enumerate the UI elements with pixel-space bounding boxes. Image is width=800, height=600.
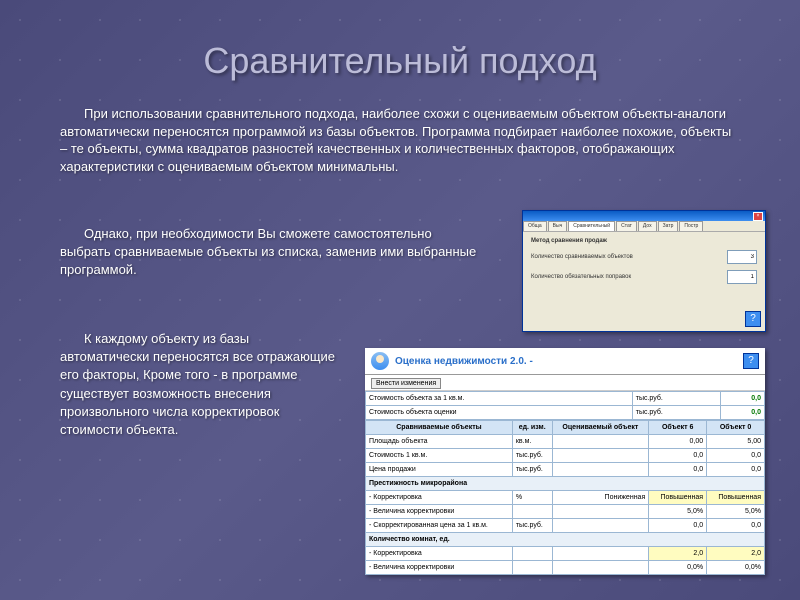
comparison-table: Сравниваемые объекты ед. изм. Оцениваемы… xyxy=(365,420,765,575)
table-row: - Величина корректировки5,0%5,0% xyxy=(366,505,765,519)
table-row: - Величина корректировки0,0%0,0% xyxy=(366,561,765,575)
apply-changes-button[interactable]: Внести изменения xyxy=(371,378,441,389)
table-row: - Корректировка2,02,0 xyxy=(366,547,765,561)
table-row: Цена продажитыс.руб.0,00,0 xyxy=(366,463,765,477)
app-title: Оценка недвижимости 2.0. - xyxy=(395,356,533,367)
tab: Дох xyxy=(638,221,657,231)
slide-title: Сравнительный подход xyxy=(0,40,800,82)
app-header: Оценка недвижимости 2.0. - ? xyxy=(365,348,765,375)
tab-active: Сравнительный xyxy=(568,221,615,231)
tab: Постр xyxy=(679,221,703,231)
screenshot-settings-window: × Обща Выч Сравнительный Стат Дох Затр П… xyxy=(522,210,766,332)
avatar-icon xyxy=(371,352,389,370)
compare-count-input[interactable] xyxy=(727,250,757,264)
table-header-row: Сравниваемые объекты ед. изм. Оцениваемы… xyxy=(366,421,765,435)
table-row: - Скорректированная цена за 1 кв.м.тыс.р… xyxy=(366,519,765,533)
field-label: Количество сравниваемых объектов xyxy=(531,254,633,260)
close-icon: × xyxy=(753,212,763,221)
toolbar: Внести изменения xyxy=(365,375,765,391)
tab: Обща xyxy=(523,221,547,231)
help-icon: ? xyxy=(745,311,761,327)
table-row: Стоимость объекта за 1 кв.м.тыс.руб.0,0 xyxy=(366,392,765,406)
corrections-count-input[interactable] xyxy=(727,270,757,284)
table-row: Стоимость 1 кв.м.тыс.руб.0,00,0 xyxy=(366,449,765,463)
summary-table: Стоимость объекта за 1 кв.м.тыс.руб.0,0 … xyxy=(365,391,765,420)
field-label: Количество обязательных поправок xyxy=(531,274,631,280)
table-row: Количество комнат, ед. xyxy=(366,533,765,547)
tab: Стат xyxy=(616,221,637,231)
tab: Выч xyxy=(548,221,568,231)
table-row: Престижность микрорайона xyxy=(366,477,765,491)
help-icon: ? xyxy=(743,353,759,369)
table-row: Стоимость объекта оценкитыс.руб.0,0 xyxy=(366,406,765,420)
paragraph-3: К каждому объекту из базы автоматически … xyxy=(60,330,340,439)
screenshot-valuation-table: Оценка недвижимости 2.0. - ? Внести изме… xyxy=(365,348,765,575)
tab-strip: Обща Выч Сравнительный Стат Дох Затр Пос… xyxy=(523,221,765,232)
paragraph-2: Однако, при необходимости Вы сможете сам… xyxy=(60,225,480,280)
table-row: - Корректировка%ПониженнаяПовышеннаяПовы… xyxy=(366,491,765,505)
tab: Затр xyxy=(658,221,679,231)
table-row: Площадь объектакв.м.0,005,00 xyxy=(366,435,765,449)
settings-heading: Метод сравнения продаж xyxy=(531,238,757,244)
window-titlebar: × xyxy=(523,211,765,221)
paragraph-1: При использовании сравнительного подхода… xyxy=(60,105,740,175)
